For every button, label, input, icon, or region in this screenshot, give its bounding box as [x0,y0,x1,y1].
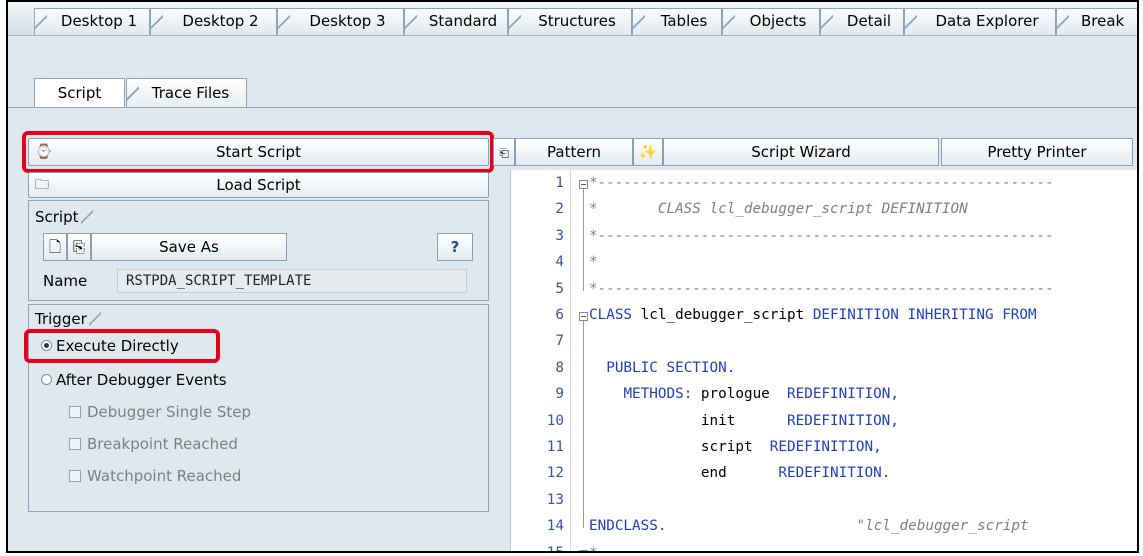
line-number: 3 [555,227,564,244]
line-number: 4 [555,254,564,271]
tab-break[interactable]: Break [1056,8,1137,35]
magic-wand-icon: ✨ [638,143,658,161]
script-group-title: Script [35,207,95,227]
code-line: * [589,254,598,271]
code-line: *---------------------------------------… [589,280,1054,297]
radio-after-label: After Debugger Events [56,371,227,389]
wizard-button[interactable]: ✨ [633,138,663,166]
tab-tables[interactable]: Tables [632,8,722,35]
fold-toggle-icon[interactable] [579,180,588,189]
line-number: 10 [546,412,564,429]
code-line: script REDEFINITION, [700,439,882,455]
folder-icon: 🗀 [35,177,49,193]
line-number: 15 [524,542,564,551]
checkbox-icon [69,405,81,418]
code-line: *---------------------------------------… [589,175,1054,191]
code-line: CLASS lcl_debugger_script DEFINITION INH… [589,307,1037,323]
tab-standard[interactable]: Standard [404,8,508,35]
subtab-divider [8,107,1137,108]
tab-desktop-2[interactable]: Desktop 2 [150,8,277,35]
line-number: 8 [555,359,564,376]
line-number: 6 [555,307,564,323]
script-group: Script 🗋 ⎘ Save As ? Name RSTPDA_SCRIPT_… [28,200,489,301]
tab-script[interactable]: Script [34,78,125,108]
tab-desktop-3[interactable]: Desktop 3 [277,8,404,35]
code-line: ENDCLASS. "lcl_debugger_script [589,518,1029,535]
tab-detail[interactable]: Detail [820,8,904,35]
line-number: 9 [555,386,564,403]
copy-icon: ⎘ [72,238,85,256]
fold-toggle-icon[interactable] [579,549,588,551]
line-number: 2 [555,201,564,218]
checkbox-icon [69,469,81,482]
pattern-button[interactable]: Pattern [515,138,633,166]
load-script-label: Load Script [216,176,301,194]
save-as-button[interactable]: Save As [91,233,287,261]
debugger-window: Desktop 1 Desktop 2 Desktop 3 Standard S… [6,0,1139,553]
trigger-group-title: Trigger [35,309,103,329]
tab-structures[interactable]: Structures [508,8,632,35]
name-label: Name [43,272,88,290]
code-line: init REDEFINITION, [700,412,899,429]
code-line: PUBLIC SECTION. [606,359,736,376]
load-script-button[interactable]: 🗀 Load Script [28,172,489,198]
code-line: end REDEFINITION. [700,465,891,482]
line-number: 13 [546,491,564,508]
fold-bracket [583,321,584,529]
check-single-step-label: Debugger Single Step [87,403,252,421]
document-icon: 🗋 [48,238,62,256]
line-number: 14 [546,518,564,535]
new-document-button[interactable]: 🗋 [43,233,67,261]
radio-unselected-icon [41,374,52,385]
check-debugger-single-step[interactable]: Debugger Single Step [69,401,251,423]
copy-document-button[interactable]: ⎘ [67,233,91,261]
line-number: 1 [555,175,564,191]
script-wizard-button[interactable]: Script Wizard [663,138,939,166]
start-script-highlight [22,131,494,173]
check-watchpoint-reached[interactable]: Watchpoint Reached [69,465,241,487]
structure-icon: ⎗ [499,146,509,160]
debugger-tabstrip: Desktop 1 Desktop 2 Desktop 3 Standard S… [8,2,1137,36]
tab-data-explorer[interactable]: Data Explorer [904,8,1056,35]
help-button[interactable]: ? [437,233,473,261]
code-line: * CLASS lcl_debugger_script DEFINITION [589,201,968,218]
check-breakpoint-reached[interactable]: Breakpoint Reached [69,433,238,455]
line-number: 11 [546,439,564,455]
tab-desktop-1[interactable]: Desktop 1 [34,8,150,35]
code-line: *---------------------------------------… [589,542,1054,551]
check-watchpoint-label: Watchpoint Reached [87,467,242,485]
structure-button[interactable]: ⎗ [493,138,515,166]
check-breakpoint-label: Breakpoint Reached [87,435,238,453]
line-number: 12 [546,465,564,482]
tab-objects[interactable]: Objects [722,8,820,35]
editor-toolbar: ⎗ Pattern ✨ Script Wizard Pretty Printer [493,138,1137,168]
code-editor[interactable]: 123456789101112131415 *-----------------… [510,170,1137,551]
fold-bracket [583,189,584,291]
help-icon: ? [450,238,460,256]
line-number: 5 [555,280,564,297]
code-line: METHODS: prologue REDEFINITION, [623,386,899,403]
tab-trace-files[interactable]: Trace Files [126,78,247,108]
script-name-field[interactable]: RSTPDA_SCRIPT_TEMPLATE [117,269,467,293]
code-line: *---------------------------------------… [589,227,1054,244]
fold-toggle-icon[interactable] [579,312,588,321]
radio-after-debugger-events[interactable]: After Debugger Events [41,369,227,391]
execute-directly-highlight [24,329,220,363]
line-number-gutter: 123456789101112131415 [511,170,571,551]
checkbox-icon [69,437,81,450]
pretty-printer-button[interactable]: Pretty Printer [941,138,1133,166]
line-number: 7 [555,333,564,350]
